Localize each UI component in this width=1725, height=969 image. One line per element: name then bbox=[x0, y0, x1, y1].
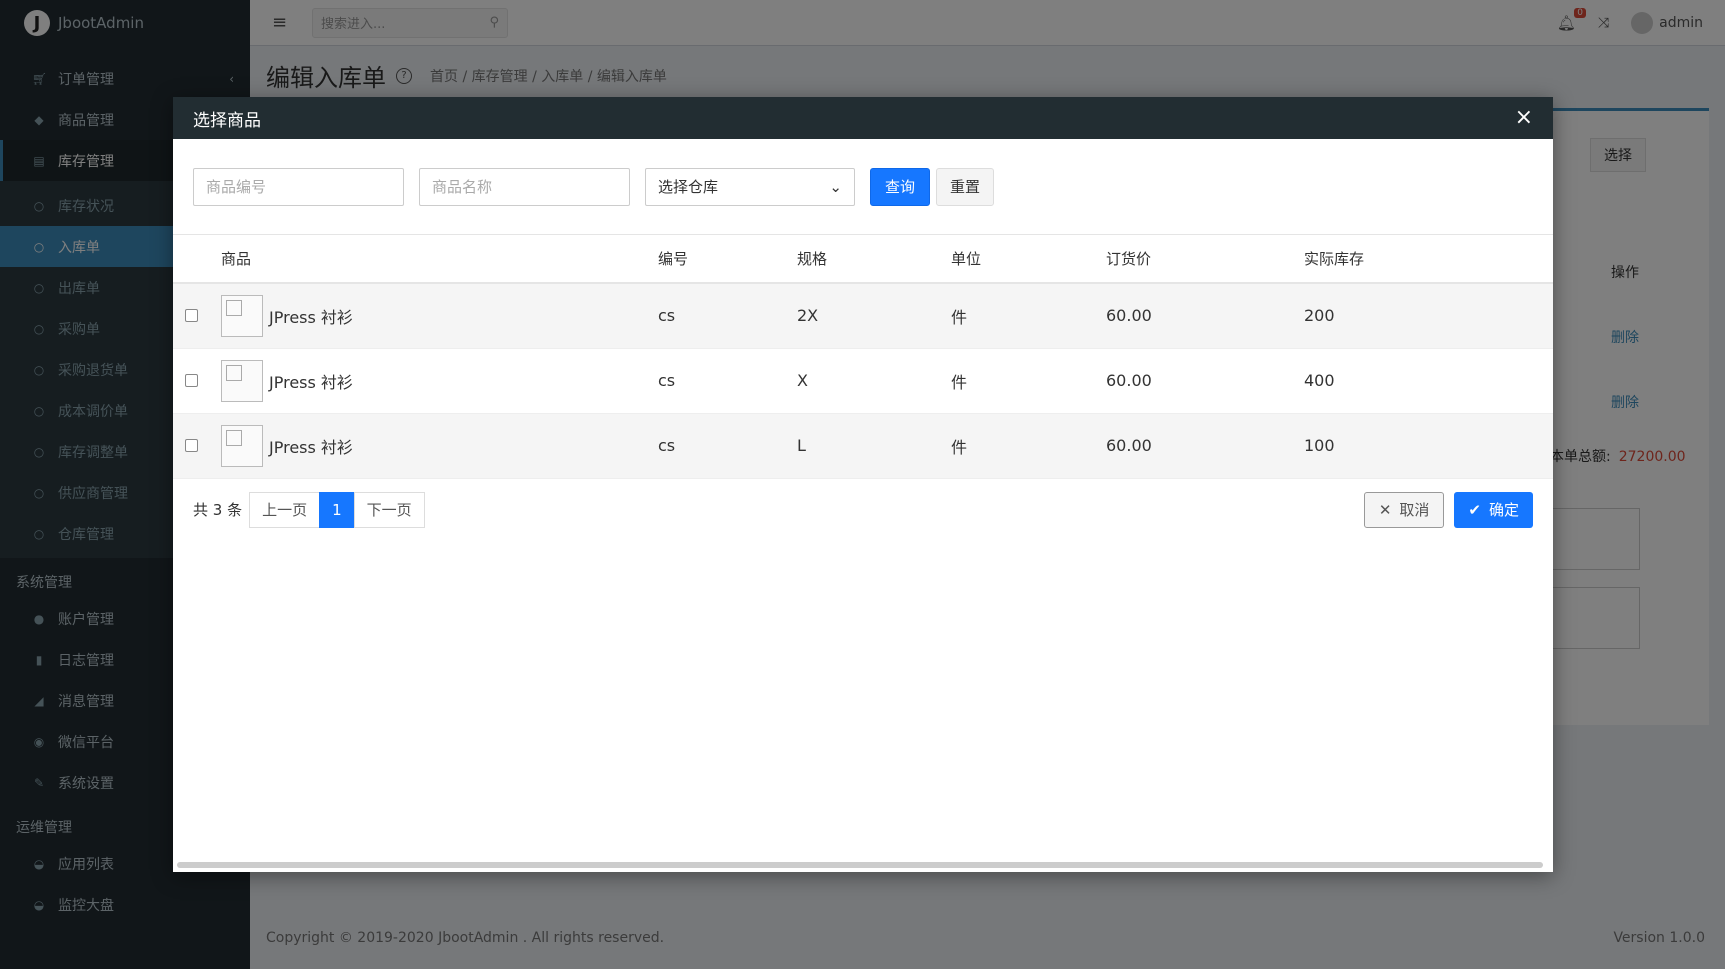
pager-row: 共 3 条 上一页 1 下一页 ✕ 取消 ✔ 确定 bbox=[173, 479, 1553, 541]
column-header-code: 编号 bbox=[658, 235, 797, 284]
column-header-spec: 规格 bbox=[797, 235, 951, 284]
next-page-button[interactable]: 下一页 bbox=[353, 491, 425, 528]
cancel-label: 取消 bbox=[1399, 501, 1430, 519]
query-button[interactable]: 查询 bbox=[870, 167, 931, 206]
column-header-unit: 单位 bbox=[951, 235, 1106, 284]
product-thumbnail bbox=[221, 294, 263, 337]
column-header-stock: 实际库存 bbox=[1304, 235, 1553, 284]
product-unit: 件 bbox=[951, 283, 1106, 349]
row-checkbox[interactable] bbox=[185, 439, 198, 452]
product-name: JPress 衬衫 bbox=[269, 372, 353, 392]
close-icon[interactable]: × bbox=[1515, 107, 1533, 129]
chevron-down-icon: ⌄ bbox=[829, 177, 842, 196]
horizontal-scrollbar[interactable] bbox=[177, 862, 1543, 868]
total-count: 共 3 条 bbox=[193, 501, 243, 519]
warehouse-select-value: 选择仓库 bbox=[658, 178, 719, 196]
modal-title: 选择商品 bbox=[193, 110, 261, 131]
cancel-button[interactable]: ✕ 取消 bbox=[1363, 491, 1445, 528]
product-name-input[interactable] bbox=[419, 167, 630, 206]
product-thumbnail bbox=[221, 424, 263, 467]
product-stock: 400 bbox=[1304, 348, 1553, 414]
table-header-row: 商品 编号 规格 单位 订货价 实际库存 bbox=[173, 235, 1553, 284]
prev-page-button[interactable]: 上一页 bbox=[249, 491, 321, 528]
confirm-label: 确定 bbox=[1488, 501, 1519, 519]
product-price: 60.00 bbox=[1106, 283, 1304, 349]
product-unit: 件 bbox=[951, 413, 1106, 479]
page-button-current[interactable]: 1 bbox=[319, 491, 355, 528]
check-icon: ✔ bbox=[1468, 500, 1481, 519]
product-spec: L bbox=[797, 413, 951, 479]
product-code: cs bbox=[658, 413, 797, 479]
modal-header: 选择商品 × bbox=[173, 97, 1553, 139]
filter-bar: 选择仓库 ⌄ 查询 重置 bbox=[173, 139, 1553, 235]
modal-actions: ✕ 取消 ✔ 确定 bbox=[1363, 491, 1533, 528]
product-name: JPress 衬衫 bbox=[269, 437, 353, 457]
select-product-modal: 选择商品 × 选择仓库 ⌄ 查询 重置 商品 编号 规格 单位 订货价 实际库存 bbox=[173, 97, 1553, 872]
product-table: 商品 编号 规格 单位 订货价 实际库存 JPress 衬衫 cs 2X 件 6… bbox=[173, 235, 1553, 479]
column-header-price: 订货价 bbox=[1106, 235, 1304, 284]
table-row[interactable]: JPress 衬衫 cs X 件 60.00 400 bbox=[173, 348, 1553, 414]
product-code-input[interactable] bbox=[193, 167, 404, 206]
product-price: 60.00 bbox=[1106, 413, 1304, 479]
row-checkbox[interactable] bbox=[185, 374, 198, 387]
product-thumbnail bbox=[221, 359, 263, 402]
close-icon: ✕ bbox=[1378, 500, 1392, 519]
product-stock: 200 bbox=[1304, 283, 1553, 349]
row-checkbox[interactable] bbox=[185, 309, 198, 323]
product-spec: X bbox=[797, 348, 951, 414]
column-header-product: 商品 bbox=[221, 235, 658, 284]
warehouse-select[interactable]: 选择仓库 ⌄ bbox=[645, 167, 855, 206]
product-unit: 件 bbox=[951, 348, 1106, 414]
select-column-header bbox=[173, 235, 221, 284]
table-row[interactable]: JPress 衬衫 cs L 件 60.00 100 bbox=[173, 413, 1553, 479]
confirm-button[interactable]: ✔ 确定 bbox=[1454, 491, 1533, 528]
product-code: cs bbox=[658, 283, 797, 349]
product-price: 60.00 bbox=[1106, 348, 1304, 414]
table-row[interactable]: JPress 衬衫 cs 2X 件 60.00 200 bbox=[173, 283, 1553, 349]
reset-button[interactable]: 重置 bbox=[936, 167, 995, 206]
pagination: 共 3 条 上一页 1 下一页 bbox=[193, 491, 425, 528]
product-name: JPress 衬衫 bbox=[269, 307, 353, 327]
product-code: cs bbox=[658, 348, 797, 414]
product-stock: 100 bbox=[1304, 413, 1553, 479]
product-spec: 2X bbox=[797, 283, 951, 349]
